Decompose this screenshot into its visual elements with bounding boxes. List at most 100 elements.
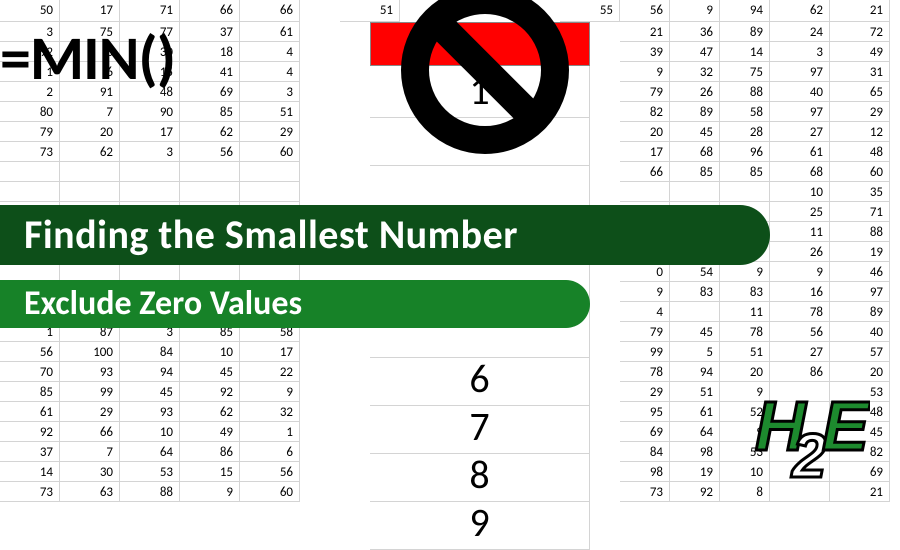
cell: 49 (180, 422, 240, 442)
cell: 37 (180, 22, 240, 42)
cell: 10 (120, 422, 180, 442)
cell: 45 (670, 122, 720, 142)
cell: 89 (830, 302, 890, 322)
cell: 17 (620, 142, 670, 162)
cell: 46 (830, 262, 890, 282)
cell: 56 (240, 462, 300, 482)
cell: 60 (240, 482, 300, 502)
cell: 64 (670, 422, 720, 442)
cell (120, 162, 180, 182)
cell: 72 (830, 22, 890, 42)
cell (240, 182, 300, 202)
cell: 30 (60, 462, 120, 482)
cell: 93 (120, 402, 180, 422)
cell: 15 (180, 462, 240, 482)
formula-text: =MIN() (0, 20, 175, 96)
cell: 32 (670, 62, 720, 82)
cell: 35 (830, 182, 890, 202)
cell (60, 262, 120, 282)
cell: 51 (240, 102, 300, 122)
cell (0, 182, 60, 202)
cell: 1 (240, 422, 300, 442)
cell: 41 (180, 62, 240, 82)
cell: 28 (720, 122, 770, 142)
cell: 17 (240, 342, 300, 362)
cell: 60 (240, 142, 300, 162)
cell: 60 (830, 162, 890, 182)
cell: 94 (120, 362, 180, 382)
cell: 70 (0, 362, 60, 382)
title-banner: Finding the Smallest Number (0, 205, 770, 265)
cell: 85 (670, 162, 720, 182)
cell: 51 (720, 342, 770, 362)
cell: 9 (670, 0, 720, 22)
cell: 94 (720, 0, 770, 22)
large-number-cell: 8 (370, 450, 590, 502)
cell: 100 (60, 342, 120, 362)
cell: 19 (830, 242, 890, 262)
cell: 4 (240, 42, 300, 62)
cell: 29 (830, 102, 890, 122)
cell: 66 (180, 0, 240, 22)
cell: 68 (770, 162, 830, 182)
cell: 53 (120, 462, 180, 482)
cell: 20 (60, 122, 120, 142)
cell: 62 (180, 122, 240, 142)
cell: 88 (120, 482, 180, 502)
cell: 68 (670, 142, 720, 162)
cell: 75 (720, 62, 770, 82)
cell: 51 (340, 0, 400, 22)
cell: 66 (240, 0, 300, 22)
cell: 80 (0, 102, 60, 122)
cell: 78 (620, 362, 670, 382)
cell: 56 (770, 322, 830, 342)
cell: 92 (180, 382, 240, 402)
cell: 9 (720, 262, 770, 282)
cell: 85 (720, 162, 770, 182)
cell: 51 (670, 382, 720, 402)
cell: 92 (670, 482, 720, 502)
cell: 36 (670, 22, 720, 42)
cell: 47 (670, 42, 720, 62)
cell: 86 (180, 442, 240, 462)
cell: 8 (720, 482, 770, 502)
cell: 69 (620, 422, 670, 442)
cell: 61 (0, 402, 60, 422)
cell: 7 (60, 102, 120, 122)
cell: 79 (0, 122, 60, 142)
cell: 50 (0, 0, 60, 22)
cell: 26 (770, 242, 830, 262)
cell: 99 (620, 342, 670, 362)
cell: 56 (180, 142, 240, 162)
cell: 3 (120, 142, 180, 162)
cell: 98 (620, 462, 670, 482)
cell: 21 (830, 0, 890, 22)
cell: 84 (120, 342, 180, 362)
cell: 79 (620, 322, 670, 342)
cell: 12 (830, 122, 890, 142)
cell: 4 (240, 62, 300, 82)
cell: 61 (770, 142, 830, 162)
cell (770, 482, 830, 502)
cell: 73 (0, 482, 60, 502)
cell: 27 (770, 342, 830, 362)
cell: 92 (0, 422, 60, 442)
cell: 90 (120, 102, 180, 122)
cell: 88 (720, 82, 770, 102)
cell: 88 (830, 222, 890, 242)
cell: 5 (670, 342, 720, 362)
cell: 57 (830, 342, 890, 362)
cell (180, 262, 240, 282)
cell: 20 (620, 122, 670, 142)
cell: 62 (180, 402, 240, 422)
cell: 45 (120, 382, 180, 402)
cell: 86 (770, 362, 830, 382)
cell: 18 (180, 42, 240, 62)
cell: 85 (0, 382, 60, 402)
cell: 11 (770, 222, 830, 242)
cell: 17 (120, 122, 180, 142)
cell: 7 (60, 442, 120, 462)
cell (180, 162, 240, 182)
h2e-logo: H 2 E (750, 395, 870, 485)
cell: 11 (720, 302, 770, 322)
